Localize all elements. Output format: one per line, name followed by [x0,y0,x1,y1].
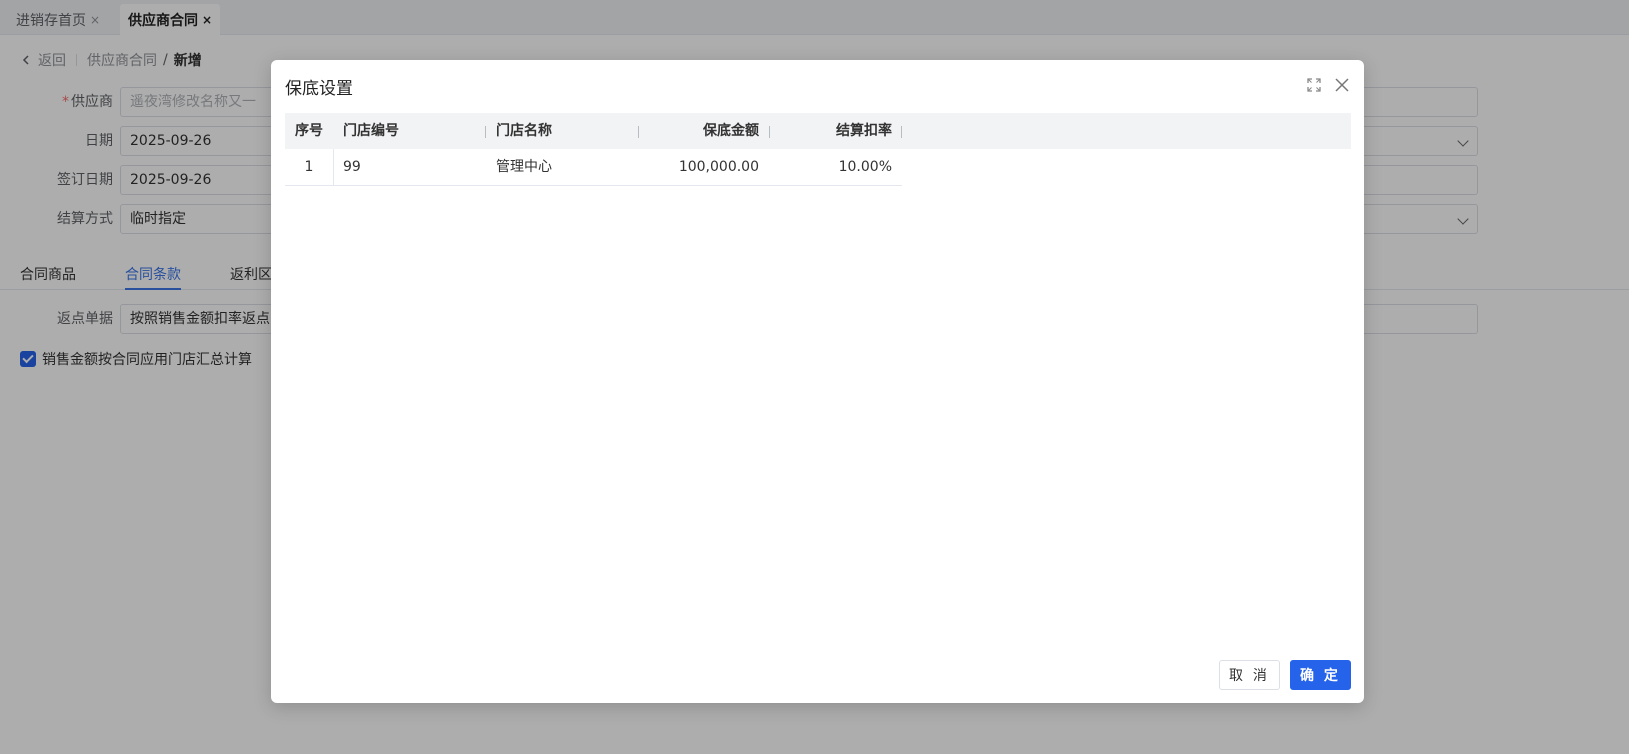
cell-guarantee-amount[interactable]: 100,000.00 [635,149,759,185]
table-row[interactable]: 1 99 管理中心 100,000.00 10.00% [285,149,1351,186]
header-settle-rate[interactable]: 结算扣率 [768,113,892,149]
cell-settle-rate[interactable]: 10.00% [768,149,892,185]
table-header: 序号 门店编号 门店名称 保底金额 结算扣率 [285,113,1351,149]
header-index: 序号 [295,123,323,139]
cell-store-name[interactable]: 管理中心 [496,149,626,185]
close-icon[interactable] [1334,77,1350,93]
guarantee-table: 序号 门店编号 门店名称 保底金额 结算扣率 1 99 管理中心 100,000… [285,113,1351,186]
column-resize-handle[interactable] [901,126,902,138]
header-store-code[interactable]: 门店编号 [343,113,473,149]
cell-store-code[interactable]: 99 [343,149,473,185]
guarantee-settings-dialog: 保底设置 序号 门店编号 门店名称 保底金额 结算扣率 1 99 管理中心 10… [271,60,1364,703]
header-guarantee-amount[interactable]: 保底金额 [635,113,759,149]
dialog-title: 保底设置 [285,79,353,99]
cell-index: 1 [304,159,314,175]
column-resize-handle[interactable] [485,126,486,138]
header-store-name[interactable]: 门店名称 [496,113,626,149]
cancel-button[interactable]: 取 消 [1219,660,1280,690]
confirm-button[interactable]: 确 定 [1290,660,1351,690]
fullscreen-icon[interactable] [1307,78,1321,92]
